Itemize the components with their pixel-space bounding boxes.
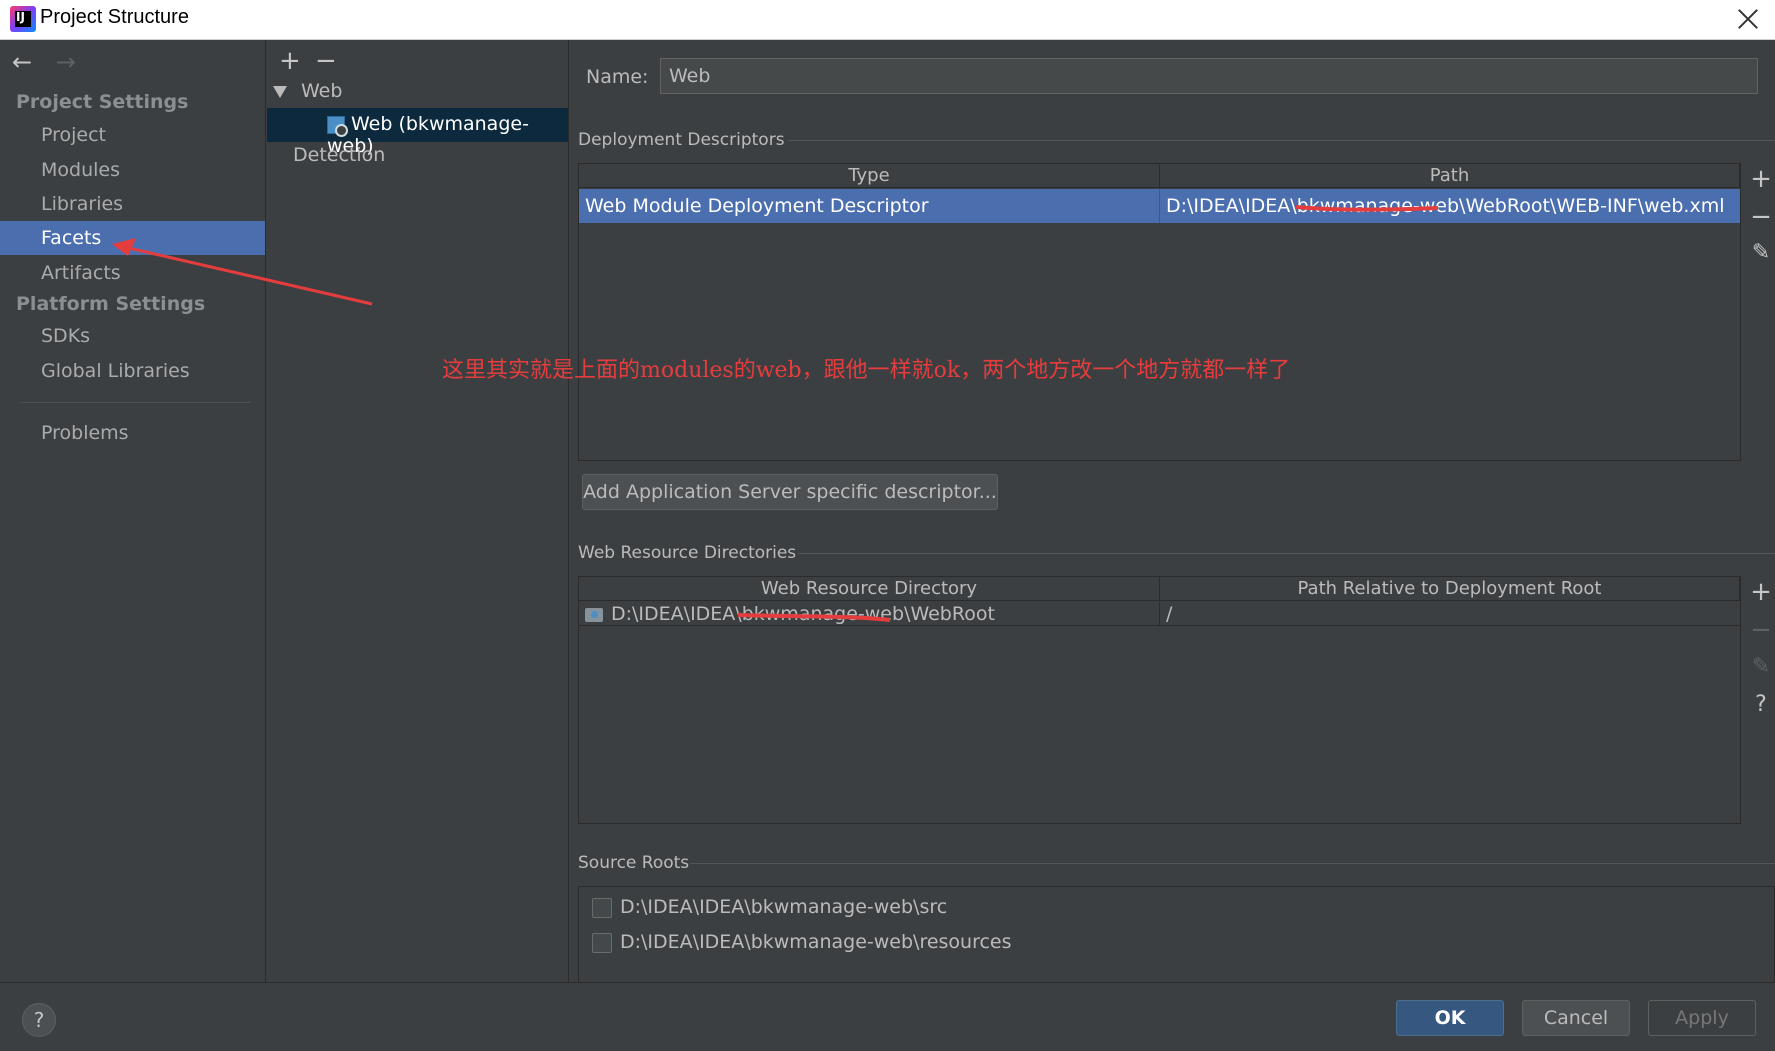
column-web-resource-directory[interactable]: Web Resource Directory: [579, 577, 1160, 601]
source-roots-header: Source Roots: [578, 853, 690, 873]
add-icon[interactable]: +: [1746, 577, 1775, 607]
column-path-relative[interactable]: Path Relative to Deployment Root: [1160, 577, 1740, 601]
facet-tree-panel: + − Web Web (bkwmanage-web) Detection: [267, 40, 569, 982]
apply-button[interactable]: Apply: [1648, 1000, 1756, 1036]
edit-icon[interactable]: ✎: [1746, 240, 1775, 265]
close-icon[interactable]: [1733, 4, 1763, 34]
web-resource-table: Web Resource Directory Path Relative to …: [578, 576, 1741, 824]
platform-settings-header: Platform Settings: [16, 293, 206, 315]
ok-button[interactable]: OK: [1396, 1000, 1504, 1036]
deployment-descriptors-header: Deployment Descriptors: [578, 130, 785, 150]
name-label: Name:: [586, 66, 649, 88]
sidebar-item-project[interactable]: Project: [0, 118, 265, 152]
nav-arrows: ← →: [12, 48, 92, 76]
settings-sidebar: ← → Project Settings Project Modules Lib…: [0, 40, 266, 982]
edit-icon[interactable]: ✎: [1746, 654, 1775, 679]
add-icon[interactable]: +: [1746, 164, 1775, 194]
remove-icon[interactable]: −: [1746, 615, 1775, 645]
annotation-text: 这里其实就是上面的modules的web，跟他一样就ok，两个地方改一个地方就都…: [442, 358, 1291, 383]
sidebar-item-problems[interactable]: Problems: [0, 416, 265, 450]
checkbox[interactable]: [592, 932, 612, 953]
remove-icon[interactable]: −: [1746, 202, 1775, 232]
sidebar-item-sdks[interactable]: SDKs: [0, 319, 265, 353]
forward-arrow-icon[interactable]: →: [56, 48, 76, 76]
back-arrow-icon[interactable]: ←: [12, 48, 32, 76]
facet-settings-panel: Name: Web Deployment Descriptors Type Pa…: [570, 40, 1775, 1006]
sidebar-item-libraries[interactable]: Libraries: [0, 187, 265, 221]
sidebar-divider: [20, 402, 250, 403]
project-settings-header: Project Settings: [16, 91, 189, 113]
table-row[interactable]: Web Module Deployment Descriptor D:\IDEA…: [579, 189, 1740, 223]
source-root-checkbox-src[interactable]: D:\IDEA\IDEA\bkwmanage-web\src: [592, 896, 947, 918]
tree-node-web[interactable]: Web: [273, 80, 342, 102]
path-relative-cell: /: [1166, 603, 1173, 625]
web-resource-directories-header: Web Resource Directories: [578, 543, 797, 563]
add-icon[interactable]: +: [279, 46, 301, 76]
name-input[interactable]: Web: [660, 58, 1758, 94]
help-button[interactable]: ?: [22, 1003, 56, 1037]
remove-icon[interactable]: −: [315, 46, 337, 76]
column-path[interactable]: Path: [1160, 164, 1740, 188]
deployment-descriptors-table: Type Path Web Module Deployment Descript…: [578, 163, 1741, 461]
expand-triangle-icon[interactable]: [273, 85, 287, 98]
tree-node-detection[interactable]: Detection: [293, 144, 385, 166]
intellij-logo-icon: IJ: [10, 6, 36, 32]
section-divider: [788, 140, 1775, 141]
help-icon[interactable]: ?: [1746, 692, 1775, 717]
sidebar-item-global-libraries[interactable]: Global Libraries: [0, 354, 265, 388]
checkbox[interactable]: [592, 897, 612, 918]
cancel-button[interactable]: Cancel: [1522, 1000, 1630, 1036]
sidebar-item-modules[interactable]: Modules: [0, 153, 265, 187]
table-header: Type Path: [579, 164, 1740, 188]
web-resource-directory-cell: D:\IDEA\IDEA\bkwmanage-web\WebRoot: [579, 602, 1160, 626]
table-header: Web Resource Directory Path Relative to …: [579, 577, 1740, 601]
section-divider: [690, 863, 1775, 864]
source-root-checkbox-resources[interactable]: D:\IDEA\IDEA\bkwmanage-web\resources: [592, 931, 1012, 953]
tree-node-web-label: Web: [301, 80, 343, 102]
sidebar-item-artifacts[interactable]: Artifacts: [0, 256, 265, 290]
section-divider: [798, 553, 1775, 554]
sidebar-item-facets[interactable]: Facets: [0, 221, 265, 255]
web-facet-icon: [327, 115, 348, 137]
web-folder-icon: [585, 607, 603, 622]
table-row[interactable]: D:\IDEA\IDEA\bkwmanage-web\WebRoot /: [579, 602, 1740, 626]
descriptor-path-cell: D:\IDEA\IDEA\bkwmanage-web\WebRoot\WEB-I…: [1166, 195, 1725, 217]
window-title: Project Structure: [40, 6, 189, 28]
column-type[interactable]: Type: [579, 164, 1160, 188]
add-server-descriptor-button[interactable]: Add Application Server specific descript…: [582, 474, 998, 510]
title-bar: IJ Project Structure: [0, 0, 1775, 40]
descriptor-type-cell: Web Module Deployment Descriptor: [579, 189, 1160, 223]
dialog-button-bar: ? OK Cancel Apply: [0, 982, 1775, 1051]
